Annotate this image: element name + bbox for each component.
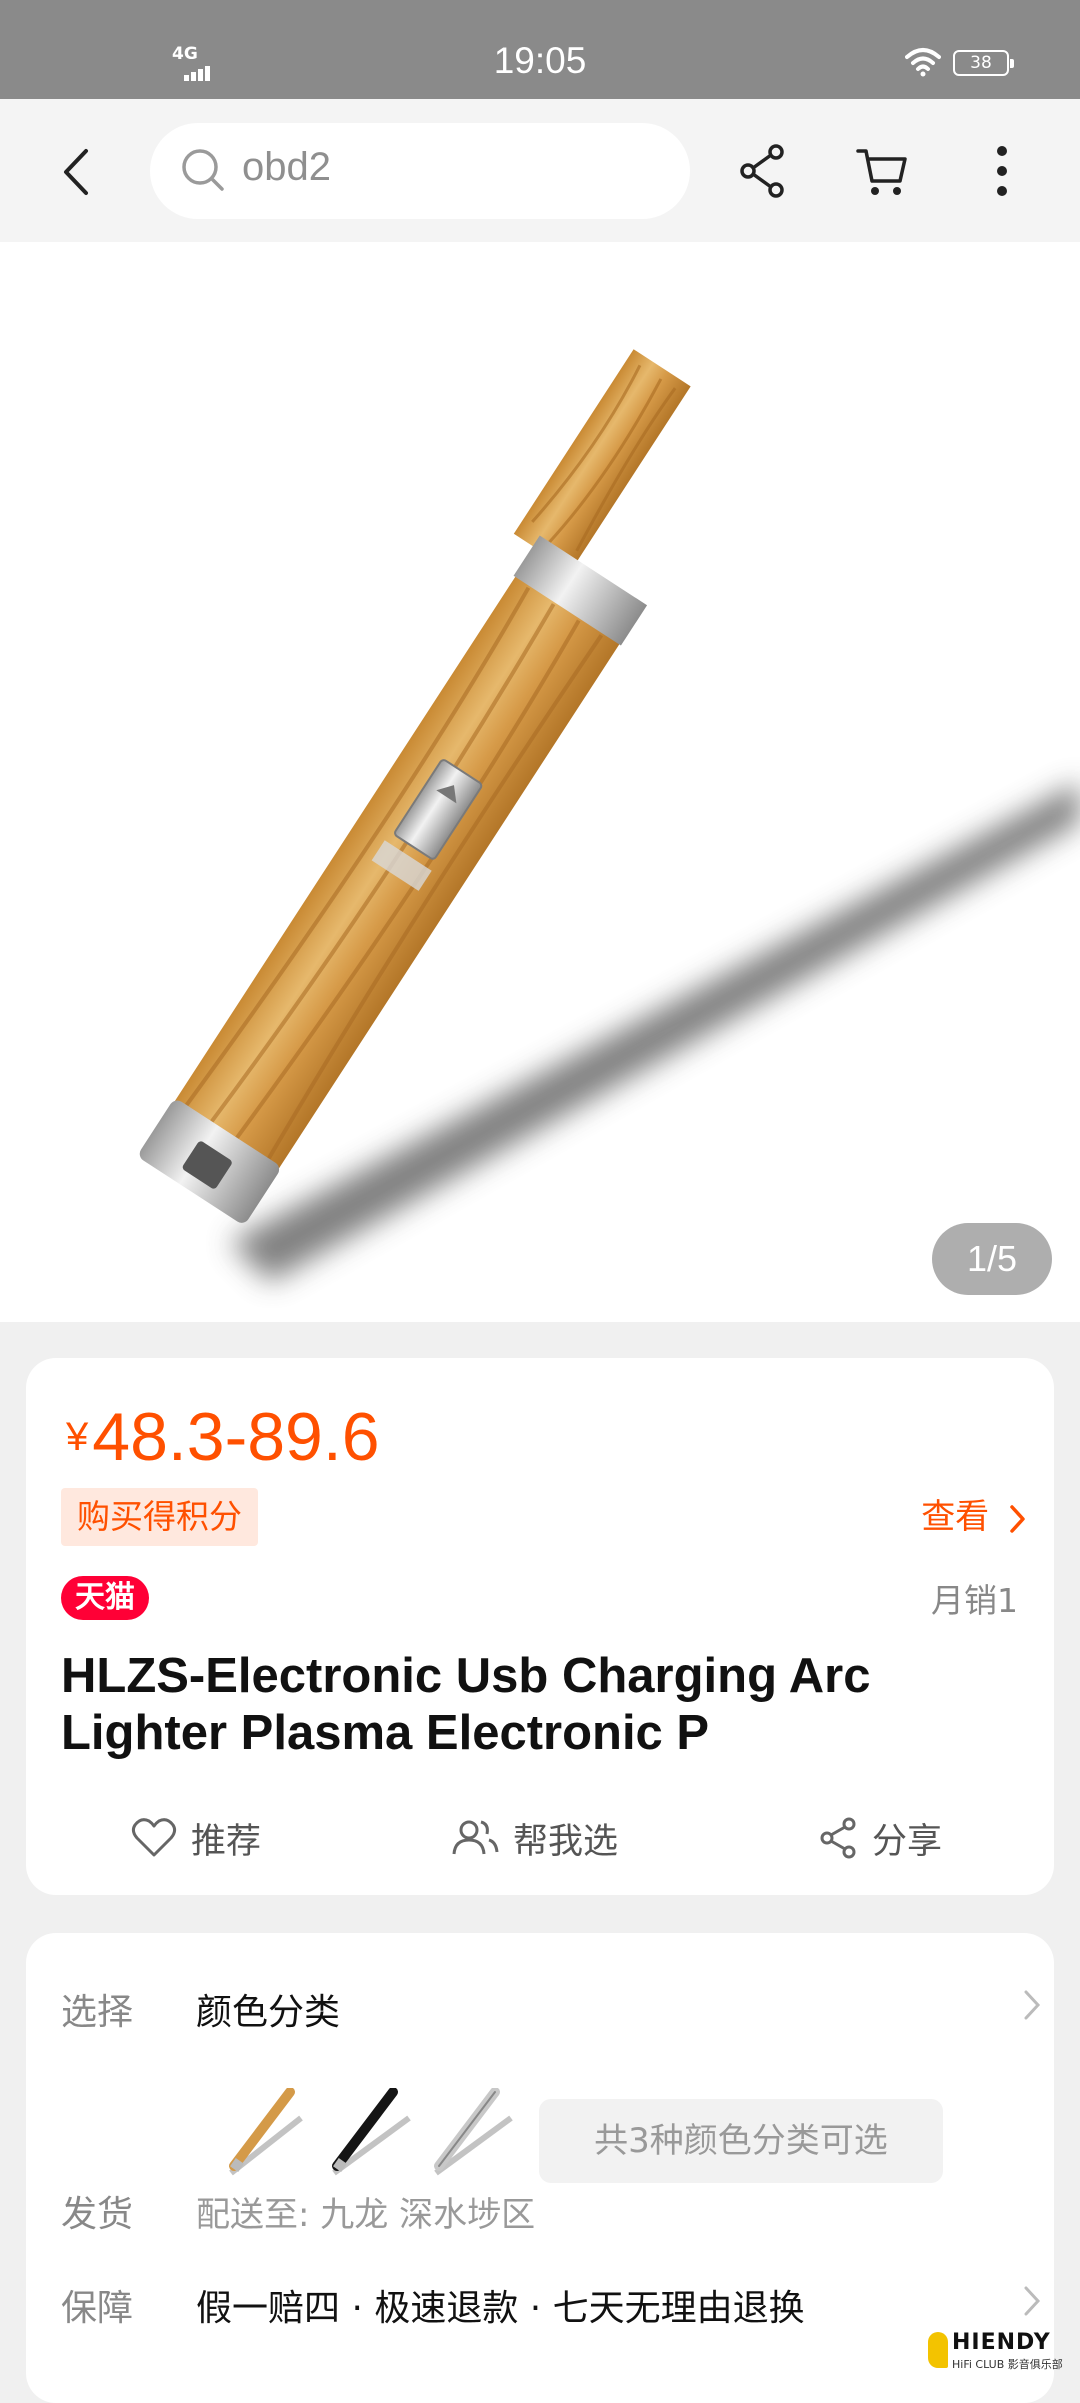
price-range: 48.3-89.6 <box>92 1399 380 1475</box>
share-icon[interactable] <box>738 143 786 199</box>
color-swatch-silver[interactable] <box>431 2088 521 2178</box>
share-icon <box>820 1817 856 1859</box>
select-key: 选择 <box>61 1992 134 2033</box>
gallery-page-indicator: 1/5 <box>932 1223 1052 1295</box>
currency-symbol: ¥ <box>66 1415 89 1459</box>
spec-card: 选择 颜色分类 共3种颜色分类可选 发货 配送至: 九龙 深水埗区 保障 假一赔… <box>26 1933 1054 2403</box>
product-title: HLZS-Electronic Usb Charging Arc Lighter… <box>61 1649 871 1760</box>
chevron-right-icon <box>1024 1990 1041 2020</box>
spec-row-select[interactable]: 选择 颜色分类 共3种颜色分类可选 <box>61 1983 1041 2203</box>
recommend-label: 推荐 <box>191 1821 262 1862</box>
top-nav-bar: obd2 <box>0 99 1080 242</box>
monthly-sales: 月销1 <box>931 1581 1018 1620</box>
status-bar: 4G 19:05 38 <box>0 0 1080 99</box>
shipping-key: 发货 <box>61 2194 134 2235</box>
search-placeholder: obd2 <box>242 145 331 189</box>
guarantee-value: 假一赔四 · 极速退款 · 七天无理由退换 <box>196 2288 805 2329</box>
search-input[interactable]: obd2 <box>150 123 690 219</box>
search-icon <box>182 149 224 191</box>
select-value: 颜色分类 <box>196 1992 341 2033</box>
chevron-right-icon <box>1024 2286 1041 2316</box>
watermark-logo: HIENDY HiFi CLUB 影音俱乐部 <box>924 2326 1080 2376</box>
chevron-left-icon[interactable] <box>58 147 94 197</box>
more-vertical-icon[interactable] <box>990 143 1014 199</box>
watermark-sub: HiFi CLUB 影音俱乐部 <box>952 2358 1063 2371</box>
chevron-right-icon <box>1010 1504 1025 1533</box>
heart-icon <box>131 1818 177 1857</box>
people-icon <box>452 1820 499 1855</box>
cart-icon[interactable] <box>855 145 909 199</box>
spec-row-guarantee[interactable]: 保障 假一赔四 · 极速退款 · 七天无理由退换 <box>61 2279 1041 2339</box>
color-count-chip[interactable]: 共3种颜色分类可选 <box>539 2099 943 2183</box>
price: ¥48.3-89.6 <box>66 1398 380 1476</box>
price-card: ¥48.3-89.6 购买得积分 查看 天猫 月销1 HLZS-Electron… <box>26 1358 1054 1895</box>
recommend-button[interactable]: 推荐 <box>131 1798 261 1878</box>
logo-mark-icon <box>928 2332 948 2368</box>
view-points-link[interactable]: 查看 <box>921 1492 1026 1542</box>
guarantee-key: 保障 <box>61 2288 134 2329</box>
points-tag: 购买得积分 <box>61 1488 258 1546</box>
help-me-choose-label: 帮我选 <box>513 1821 619 1862</box>
lighter-illustration <box>139 349 1080 1282</box>
shipping-value: 配送至: 九龙 深水埗区 <box>196 2195 536 2235</box>
share-label: 分享 <box>872 1821 943 1862</box>
wifi-icon <box>905 48 941 77</box>
spec-row-shipping[interactable]: 发货 配送至: 九龙 深水埗区 <box>61 2185 1041 2245</box>
battery-icon: 38 <box>953 50 1014 76</box>
view-link-label: 查看 <box>921 1497 990 1537</box>
share-button[interactable]: 分享 <box>818 1798 942 1878</box>
tmall-badge: 天猫 <box>61 1576 149 1620</box>
color-swatch-wood[interactable] <box>226 2088 316 2178</box>
color-swatch-black[interactable] <box>329 2088 419 2178</box>
watermark-brand: HIENDY <box>952 2330 1051 2355</box>
product-image[interactable] <box>0 242 1080 1322</box>
action-row: 推荐 帮我选 分享 <box>26 1798 1054 1878</box>
help-me-choose-button[interactable]: 帮我选 <box>451 1798 618 1878</box>
